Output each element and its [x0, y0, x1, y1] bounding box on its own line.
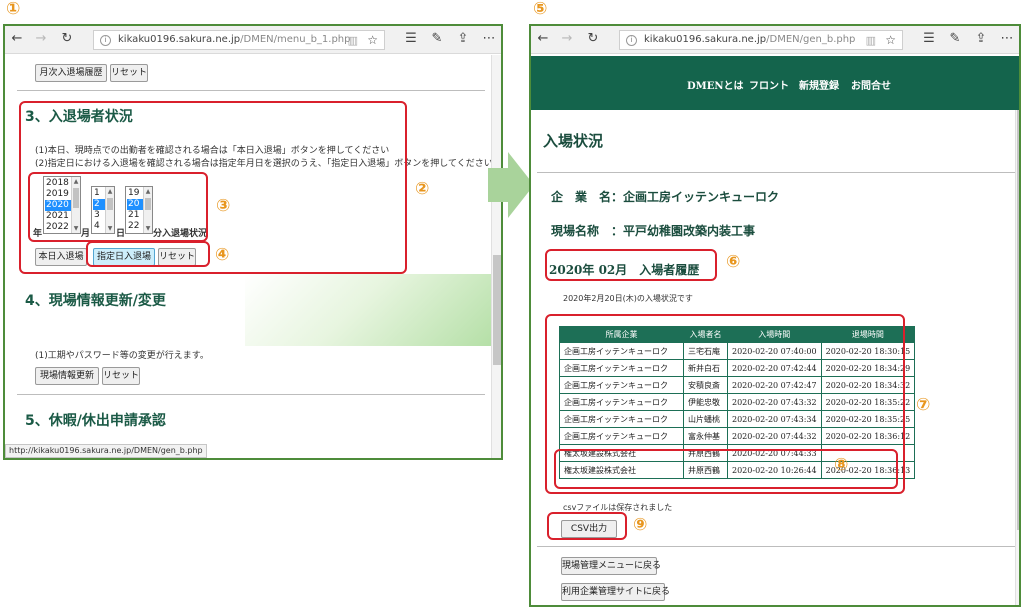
left-address-bar[interactable]: i kikaku0196.sakura.ne.jp/DMEN/menu_b_1.…	[93, 30, 385, 50]
favorite-star-icon[interactable]: ☆	[885, 33, 896, 47]
share-icon[interactable]: ⇪	[973, 31, 989, 47]
favorite-star-icon[interactable]: ☆	[367, 33, 378, 47]
highlight-csv-button	[547, 512, 627, 540]
reset-button-top[interactable]: リセット	[110, 64, 148, 82]
more-icon[interactable]: ⋯	[999, 31, 1015, 47]
right-page-scroll-thumb[interactable]	[1017, 110, 1019, 530]
right-page-scrollbar[interactable]	[1015, 110, 1019, 605]
section5-title: 5、休暇/休出申請承認	[25, 413, 166, 429]
reset-button-bottom[interactable]: リセット	[102, 367, 140, 385]
decorative-gradient	[245, 274, 495, 346]
marker-3: ③	[216, 196, 231, 216]
back-to-site-menu-button[interactable]: 現場管理メニューに戻る	[561, 557, 661, 575]
more-icon[interactable]: ⋯	[481, 31, 497, 47]
info-icon[interactable]: i	[100, 35, 111, 46]
site-update-button[interactable]: 現場情報更新	[35, 367, 99, 385]
date-note: 2020年2月20日(木)の入場状況です	[563, 294, 693, 303]
marker-7: ⑦	[916, 395, 931, 415]
refresh-icon[interactable]: ↻	[585, 31, 601, 47]
forward-icon[interactable]: →	[33, 31, 49, 47]
highlight-date-entry-buttons	[86, 241, 210, 267]
monthly-history-button[interactable]: 月次入退場履歴	[35, 64, 107, 82]
nav-front[interactable]: フロント	[749, 77, 789, 92]
right-url-text: kikaku0196.sakura.ne.jp/DMEN/gen_b.php	[644, 34, 856, 45]
section4-desc: (1)工期やパスワード等の変更が行えます。	[35, 351, 209, 361]
left-browser-toolbar: ← → ↻ i kikaku0196.sakura.ne.jp/DMEN/men…	[5, 26, 501, 54]
page-title: 入場状況	[543, 132, 604, 150]
nav-about[interactable]: DMENとは	[687, 77, 744, 92]
highlight-date-selector	[28, 172, 208, 242]
company-row: 企 業 名：企画工房イッテンキューロク	[551, 190, 780, 204]
pen-icon[interactable]: ✎	[429, 31, 445, 47]
marker-6: ⑥	[726, 252, 741, 272]
marker-8: ⑧	[834, 455, 849, 475]
divider	[17, 394, 485, 395]
marker-2: ②	[415, 179, 430, 199]
marker-9: ⑨	[633, 515, 648, 535]
share-icon[interactable]: ⇪	[455, 31, 471, 47]
reading-view-icon[interactable]: ▥	[348, 34, 358, 47]
site-nav-banner: DMENとは フロント 新規登録 お問合せ	[531, 56, 1019, 110]
favorites-list-icon[interactable]: ☰	[403, 31, 419, 47]
refresh-icon[interactable]: ↻	[59, 31, 75, 47]
divider	[537, 172, 1015, 173]
favorites-list-icon[interactable]: ☰	[921, 31, 937, 47]
right-address-bar[interactable]: i kikaku0196.sakura.ne.jp/DMEN/gen_b.php…	[619, 30, 903, 50]
divider	[537, 546, 1015, 547]
back-to-company-site-button[interactable]: 利用企業管理サイトに戻る	[561, 583, 670, 601]
site-row: 現場名称 ：平戸幼稚園改築内装工事	[551, 224, 756, 238]
divider	[17, 90, 485, 91]
status-bar-url: http://kikaku0196.sakura.ne.jp/DMEN/gen_…	[5, 444, 207, 458]
info-icon[interactable]: i	[626, 35, 637, 46]
forward-icon[interactable]: →	[559, 31, 575, 47]
left-page-scroll-thumb[interactable]	[493, 255, 501, 365]
transition-arrow-icon	[488, 152, 534, 218]
left-url-text: kikaku0196.sakura.ne.jp/DMEN/menu_b_1.ph…	[118, 34, 351, 45]
back-icon[interactable]: ←	[535, 31, 551, 47]
section4-title: 4、現場情報更新/変更	[25, 293, 166, 309]
marker-1: ①	[6, 0, 21, 19]
left-page-scrollbar[interactable]	[491, 55, 501, 458]
nav-contact[interactable]: お問合せ	[851, 77, 891, 92]
back-icon[interactable]: ←	[9, 31, 25, 47]
marker-4: ④	[215, 245, 230, 265]
nav-register[interactable]: 新規登録	[799, 77, 839, 92]
right-browser-toolbar: ← → ↻ i kikaku0196.sakura.ne.jp/DMEN/gen…	[531, 26, 1019, 54]
pen-icon[interactable]: ✎	[947, 31, 963, 47]
marker-5: ⑤	[533, 0, 548, 19]
highlight-month-title	[545, 249, 717, 281]
reading-view-icon[interactable]: ▥	[866, 34, 876, 47]
